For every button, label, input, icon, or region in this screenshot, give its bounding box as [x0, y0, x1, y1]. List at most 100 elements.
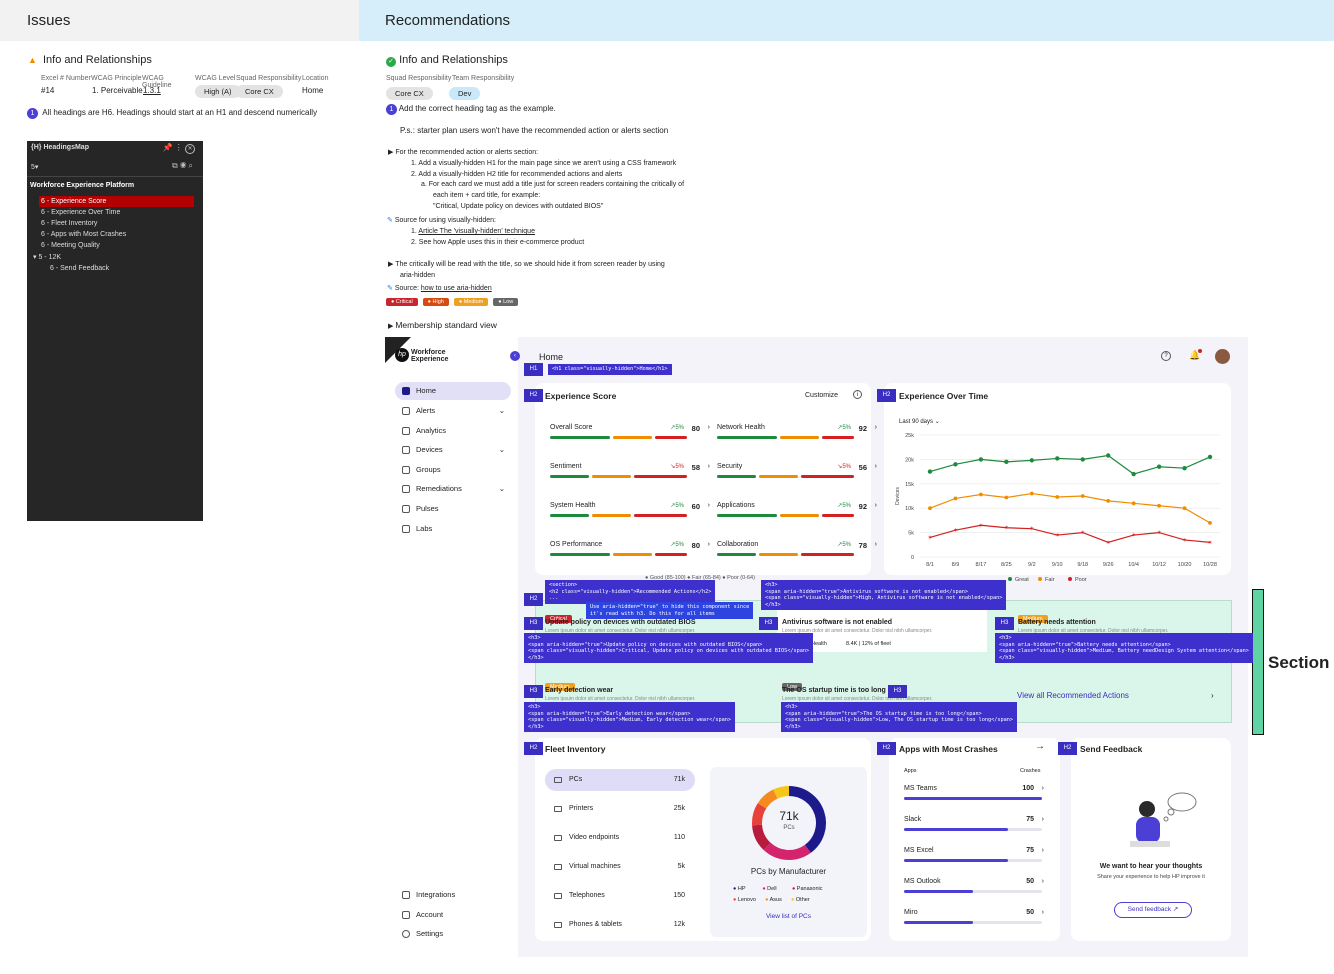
- fleet-item[interactable]: Telephones 150: [545, 885, 695, 907]
- score-item[interactable]: Overall Score ↗5% 80 ›: [550, 424, 710, 439]
- range-select[interactable]: Last 90 days ⌄: [899, 418, 940, 425]
- search-icon[interactable]: ⌕: [189, 161, 193, 170]
- data-point: [1029, 491, 1034, 496]
- score-value: 92: [858, 424, 867, 433]
- fleet-label: Virtual machines: [569, 863, 621, 870]
- recs-squad-chip: Core CX: [386, 87, 433, 100]
- nav-account[interactable]: Account: [395, 906, 511, 924]
- view-all-link[interactable]: View all Recommended Actions: [1017, 691, 1129, 700]
- source-link[interactable]: how to use aria-hidden: [421, 285, 492, 292]
- crash-item[interactable]: Slack 75 ›: [904, 816, 1044, 836]
- nav-home[interactable]: Home: [395, 382, 511, 400]
- chevron-right-icon: ›: [1211, 691, 1214, 700]
- nav-label: Alerts: [416, 406, 436, 415]
- pin-icon[interactable]: 📌: [163, 143, 173, 152]
- crash-app: MS Excel: [904, 847, 934, 854]
- donut-value: 71k: [779, 809, 799, 823]
- recs-meta-label: Team Responsibility: [452, 75, 515, 82]
- data-point: [1157, 503, 1161, 508]
- y-tick-label: 5k: [908, 531, 914, 537]
- nav-analytics[interactable]: Analytics: [395, 422, 511, 440]
- send-feedback-button[interactable]: Send feedback ↗: [1114, 902, 1192, 918]
- fleet-item[interactable]: Printers 25k: [545, 798, 695, 820]
- arrow-right-icon[interactable]: →: [1035, 741, 1045, 752]
- nav-pulses[interactable]: Pulses: [395, 500, 511, 518]
- eye-icon[interactable]: ◉: [180, 161, 186, 170]
- heading-item[interactable]: 6 - Fleet Inventory: [41, 218, 97, 229]
- nav-devices[interactable]: Devices ⌄: [395, 441, 511, 459]
- crashes-title: Apps with Most Crashes: [899, 744, 998, 754]
- info-icon[interactable]: i: [853, 390, 862, 399]
- score-item[interactable]: Security ↘5% 56 ›: [717, 463, 877, 478]
- data-point: [928, 506, 932, 511]
- crash-count: 100: [1022, 785, 1034, 792]
- logo-line: Experience: [411, 356, 449, 363]
- level-select[interactable]: 5▾: [31, 163, 38, 171]
- section-bracket: [1252, 589, 1264, 735]
- meta-value-principle: 1. Perceivable: [92, 86, 143, 95]
- badge-high: ● High: [422, 298, 449, 306]
- nav-labs[interactable]: Labs: [395, 520, 511, 538]
- data-point: [1004, 495, 1009, 500]
- score-trend: ↘5%: [670, 464, 684, 470]
- score-bar-good: [550, 475, 589, 478]
- nav-settings[interactable]: Settings: [395, 925, 511, 943]
- score-item[interactable]: Network Health ↗5% 92 ›: [717, 424, 877, 439]
- heading-item[interactable]: 6 - Experience Over Time: [41, 207, 120, 218]
- nav-groups[interactable]: Groups: [395, 461, 511, 479]
- recs-source-aria: ✎ Source: how to use aria-hidden: [387, 284, 492, 292]
- fleet-item[interactable]: Phones & tablets 12k: [545, 914, 695, 936]
- legend-item: HP: [737, 886, 746, 892]
- collapse-sidebar-icon[interactable]: ‹: [510, 351, 520, 361]
- legend-marker: [1008, 577, 1012, 581]
- device-icon: [554, 835, 562, 841]
- crash-item[interactable]: MS Teams 100 ›: [904, 785, 1044, 805]
- nav-remediations[interactable]: Remediations ⌄: [395, 480, 511, 498]
- rec-title: Battery needs attention: [1018, 619, 1096, 626]
- feedback-title: Send Feedback: [1080, 744, 1143, 754]
- heading-item[interactable]: 6 - Apps with Most Crashes: [41, 229, 126, 240]
- issues-title: Issues: [27, 12, 71, 29]
- more-icon[interactable]: ⋮: [175, 143, 183, 152]
- score-item[interactable]: Collaboration ↗5% 78 ›: [717, 541, 877, 556]
- score-bar-fair: [592, 475, 631, 478]
- heading-item[interactable]: ▾ 5 - 12K: [33, 252, 61, 263]
- meta-value-guideline[interactable]: 1.3.1: [143, 86, 161, 95]
- data-point: [927, 469, 933, 474]
- nav-alerts[interactable]: Alerts ⌄: [395, 402, 511, 420]
- fleet-item[interactable]: Virtual machines 5k: [545, 856, 695, 878]
- crash-item[interactable]: Miro 50 ›: [904, 909, 1044, 929]
- score-item[interactable]: Applications ↗5% 92 ›: [717, 502, 877, 517]
- nav-integrations[interactable]: Integrations: [395, 886, 511, 904]
- score-item[interactable]: OS Performance ↗5% 80 ›: [550, 541, 710, 556]
- fleet-item[interactable]: Video endpoints 110: [545, 827, 695, 849]
- view-pcs-link[interactable]: View list of PCs: [710, 913, 867, 920]
- score-item[interactable]: System Health ↗5% 60 ›: [550, 502, 710, 517]
- heading-item[interactable]: 6 - Send Feedback: [50, 263, 109, 274]
- crash-item[interactable]: MS Outlook 50 ›: [904, 878, 1044, 898]
- app-logo-text: Workforce Experience: [411, 349, 448, 363]
- source-link[interactable]: Article The 'visually-hidden' technique: [418, 228, 535, 235]
- donut-slice: [757, 789, 778, 809]
- score-item[interactable]: Sentiment ↘5% 58 ›: [550, 463, 710, 478]
- copy-icon[interactable]: ⧉: [172, 161, 178, 170]
- help-icon[interactable]: ?: [1161, 351, 1171, 361]
- score-bar-poor: [655, 436, 687, 439]
- person-thinking-illustration: [1130, 792, 1197, 847]
- code-hide-note: Use aria-hidden="true" to hide this comp…: [586, 602, 754, 619]
- heading-item[interactable]: 6 - Meeting Quality: [41, 240, 100, 251]
- close-icon[interactable]: ✕: [185, 144, 195, 154]
- nav-label: Pulses: [416, 504, 439, 513]
- score-label: Sentiment: [550, 463, 582, 470]
- page-title: Home: [539, 352, 564, 362]
- fleet-item[interactable]: PCs 71k: [545, 769, 695, 791]
- rec-title: Update policy on devices with outdated B…: [545, 619, 696, 626]
- legend-label: Fair: [1045, 577, 1055, 583]
- headingsmap-page-title: Workforce Experience Platform: [30, 182, 135, 189]
- crash-item[interactable]: MS Excel 75 ›: [904, 847, 1044, 867]
- avatar[interactable]: [1215, 349, 1230, 364]
- customize-button[interactable]: Customize: [805, 392, 838, 399]
- legend-marker: [1068, 577, 1072, 581]
- heading-item[interactable]: 6 - Experience Score: [39, 196, 194, 207]
- issues-header: Issues: [0, 0, 359, 41]
